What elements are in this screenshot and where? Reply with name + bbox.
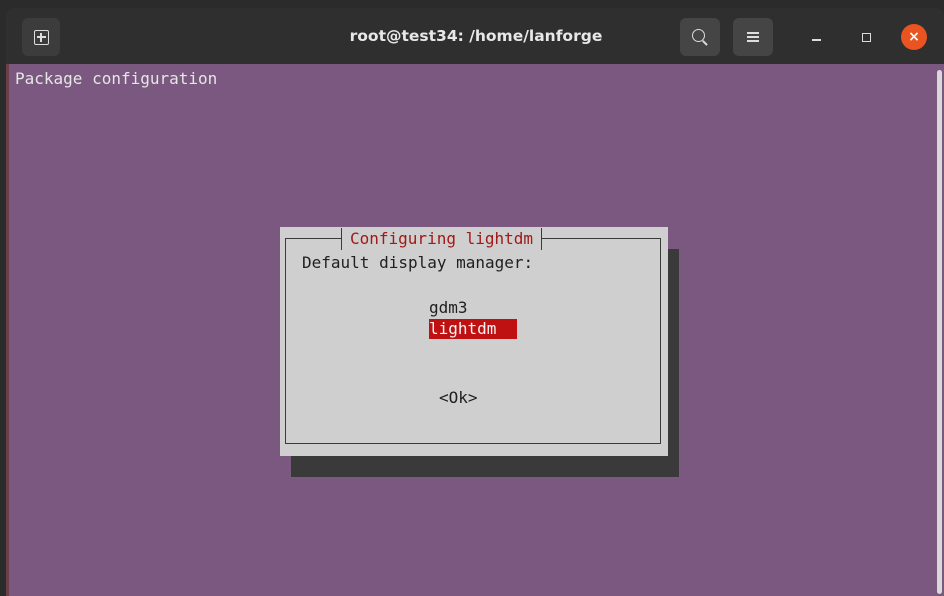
ok-button[interactable]: <Ok> bbox=[439, 387, 478, 409]
lightdm-config-dialog: Configuring lightdm Default display mana… bbox=[280, 227, 668, 456]
close-button[interactable]: × bbox=[901, 24, 927, 50]
package-configuration-heading: Package configuration bbox=[15, 69, 218, 88]
scrollbar-thumb[interactable] bbox=[937, 70, 942, 594]
option-lightdm-selected[interactable]: lightdm bbox=[429, 319, 517, 339]
menu-button[interactable] bbox=[733, 18, 773, 56]
search-icon bbox=[691, 28, 705, 42]
terminal-window: root@test34: /home/lanforge × Package co… bbox=[6, 8, 944, 596]
dialog-title: Configuring lightdm bbox=[341, 228, 543, 250]
maximize-icon bbox=[861, 32, 871, 42]
close-icon: × bbox=[908, 29, 920, 45]
option-gdm3[interactable]: gdm3 bbox=[429, 297, 468, 319]
terminal-scrollbar[interactable] bbox=[934, 64, 944, 596]
hamburger-menu-icon bbox=[747, 32, 759, 42]
terminal-area[interactable]: Package configuration Configuring lightd… bbox=[6, 64, 934, 596]
title-bar: root@test34: /home/lanforge × bbox=[6, 8, 944, 64]
search-button[interactable] bbox=[680, 18, 720, 56]
minimize-icon bbox=[811, 39, 821, 41]
new-tab-icon bbox=[33, 29, 49, 45]
window-title: root@test34: /home/lanforge bbox=[349, 27, 603, 45]
maximize-button[interactable] bbox=[851, 22, 881, 52]
new-tab-button[interactable] bbox=[22, 18, 60, 56]
minimize-button[interactable] bbox=[801, 22, 831, 52]
dialog-prompt: Default display manager: bbox=[302, 253, 534, 272]
